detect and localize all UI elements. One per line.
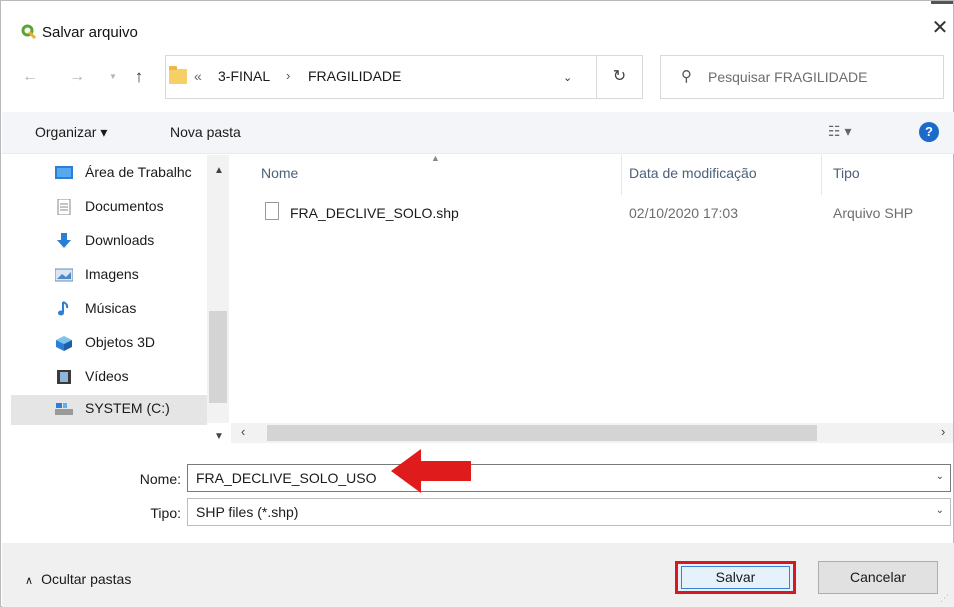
name-label: Nome: <box>139 471 181 487</box>
save-button-focus-ring <box>681 566 790 589</box>
scroll-right-icon[interactable]: › <box>941 424 945 439</box>
music-icon <box>58 301 69 316</box>
new-folder-button[interactable]: Nova pasta <box>170 124 241 140</box>
horizontal-scroll-thumb[interactable] <box>267 425 817 441</box>
qgis-icon <box>21 24 36 39</box>
scroll-down-icon[interactable]: ▼ <box>214 431 224 442</box>
file-row[interactable]: FRA_DECLIVE_SOLO.shp 02/10/2020 17:03 Ar… <box>257 199 953 229</box>
nav-item-pictures[interactable]: Imagens <box>55 261 205 291</box>
close-icon[interactable]: ✕ <box>929 17 951 39</box>
file-name-input[interactable]: FRA_DECLIVE_SOLO_USO ⌄ <box>187 464 951 492</box>
address-dropdown-icon[interactable]: ⌄ <box>563 71 572 84</box>
horizontal-scrollbar[interactable]: ‹ › <box>231 423 953 443</box>
nav-item-system-drive[interactable]: SYSTEM (C:) <box>11 395 207 425</box>
file-name: FRA_DECLIVE_SOLO.shp <box>290 205 459 221</box>
save-file-dialog: Salvar arquivo ✕ ← → ▼ ↑ « 3-FINAL › FRA… <box>0 0 954 607</box>
column-divider[interactable] <box>821 155 822 195</box>
navigation-pane: Área de Trabalhc Documentos Downloads Im… <box>2 155 230 442</box>
file-icon <box>265 202 279 220</box>
column-header-type[interactable]: Tipo <box>833 165 860 181</box>
chevron-down-icon[interactable]: ⌄ <box>936 505 944 516</box>
nav-item-documents[interactable]: Documentos <box>55 193 205 223</box>
column-divider[interactable] <box>621 155 622 195</box>
nav-item-downloads[interactable]: Downloads <box>55 227 205 257</box>
address-row: ← → ▼ ↑ « 3-FINAL › FRAGILIDADE ⌄ ↻ ⚲ Pe… <box>1 55 953 101</box>
forward-arrow-icon[interactable]: → <box>68 67 86 87</box>
folder-icon <box>169 66 187 84</box>
desktop-icon <box>55 166 73 179</box>
breadcrumb-overflow[interactable]: « <box>194 68 202 84</box>
search-icon: ⚲ <box>681 68 692 85</box>
breadcrumb-separator-icon[interactable]: › <box>286 68 290 83</box>
nav-item-label: Vídeos <box>85 368 129 384</box>
videos-icon <box>57 370 71 384</box>
nav-item-label: Downloads <box>85 232 155 248</box>
file-name-value: FRA_DECLIVE_SOLO_USO <box>196 470 377 486</box>
nav-item-label: Documentos <box>85 198 164 214</box>
recent-locations-chevron-icon[interactable]: ▼ <box>108 67 118 87</box>
file-type: Arquivo SHP <box>833 205 914 221</box>
nav-item-3d-objects[interactable]: Objetos 3D <box>55 329 205 359</box>
column-header-name[interactable]: Nome <box>261 165 298 181</box>
save-button[interactable]: Salvar <box>675 561 796 594</box>
red-arrow-annotation <box>391 449 471 493</box>
window-title: Salvar arquivo <box>42 24 138 41</box>
nav-item-label: Objetos 3D <box>85 334 156 350</box>
search-input[interactable]: ⚲ Pesquisar FRAGILIDADE <box>660 55 944 99</box>
window-edge <box>931 1 953 4</box>
file-type-value: SHP files (*.shp) <box>196 504 299 520</box>
up-arrow-icon[interactable]: ↑ <box>130 67 148 87</box>
chevron-up-icon: ∧ <box>25 575 34 587</box>
scroll-left-icon[interactable]: ‹ <box>241 424 245 439</box>
file-type-select[interactable]: SHP files (*.shp) ⌄ <box>187 498 951 526</box>
nav-item-label: SYSTEM (C:) <box>85 400 170 416</box>
command-bar: Organizar ▾ Nova pasta ☷ ▾ ? <box>2 112 954 154</box>
pictures-icon <box>55 268 73 282</box>
nav-item-music[interactable]: Músicas <box>55 295 205 325</box>
nav-item-label: Área de Trabalhc <box>85 164 192 180</box>
refresh-icon: ↻ <box>612 68 627 85</box>
sort-ascending-icon: ▲ <box>431 153 440 163</box>
nav-item-videos[interactable]: Vídeos <box>55 363 205 393</box>
address-bar[interactable]: « 3-FINAL › FRAGILIDADE ⌄ <box>165 55 597 99</box>
view-options-icon[interactable]: ☷ ▾ <box>828 123 851 140</box>
type-label: Tipo: <box>150 505 181 521</box>
dialog-footer: ∧ Ocultar pastas Salvar Cancelar ⋰ <box>2 543 954 607</box>
nav-item-label: Músicas <box>85 300 137 316</box>
column-header-date[interactable]: Data de modificação <box>629 165 757 181</box>
hide-folders-label: Ocultar pastas <box>41 571 132 587</box>
nav-scrollbar[interactable]: ▲ <box>207 155 229 423</box>
back-arrow-icon[interactable]: ← <box>21 67 39 87</box>
file-date: 02/10/2020 17:03 <box>629 205 738 221</box>
organize-menu-button[interactable]: Organizar ▾ <box>35 124 107 141</box>
hide-folders-toggle[interactable]: ∧ Ocultar pastas <box>25 571 131 587</box>
3d-objects-icon <box>56 336 72 351</box>
nav-item-desktop[interactable]: Área de Trabalhc <box>55 159 205 189</box>
cancel-button-label: Cancelar <box>849 569 907 585</box>
title-bar: Salvar arquivo ✕ <box>1 1 953 45</box>
chevron-down-icon[interactable]: ⌄ <box>936 471 944 482</box>
nav-item-label: Imagens <box>85 266 139 282</box>
search-placeholder: Pesquisar FRAGILIDADE <box>708 69 868 85</box>
documents-icon <box>57 199 71 215</box>
breadcrumb-fragilidade[interactable]: FRAGILIDADE <box>308 68 401 84</box>
help-icon[interactable]: ? <box>919 122 939 142</box>
file-list: ▲ Nome Data de modificação Tipo FRA_DECL… <box>231 153 953 443</box>
scroll-up-icon[interactable]: ▲ <box>214 165 224 176</box>
breadcrumb-3-final[interactable]: 3-FINAL <box>218 68 270 84</box>
resize-grip-icon[interactable]: ⋰ <box>940 593 949 604</box>
cancel-button[interactable]: Cancelar <box>818 561 938 594</box>
nav-scroll-thumb[interactable] <box>209 311 227 403</box>
drive-icon <box>55 403 73 415</box>
downloads-icon <box>57 233 71 248</box>
refresh-button[interactable]: ↻ <box>597 55 643 99</box>
